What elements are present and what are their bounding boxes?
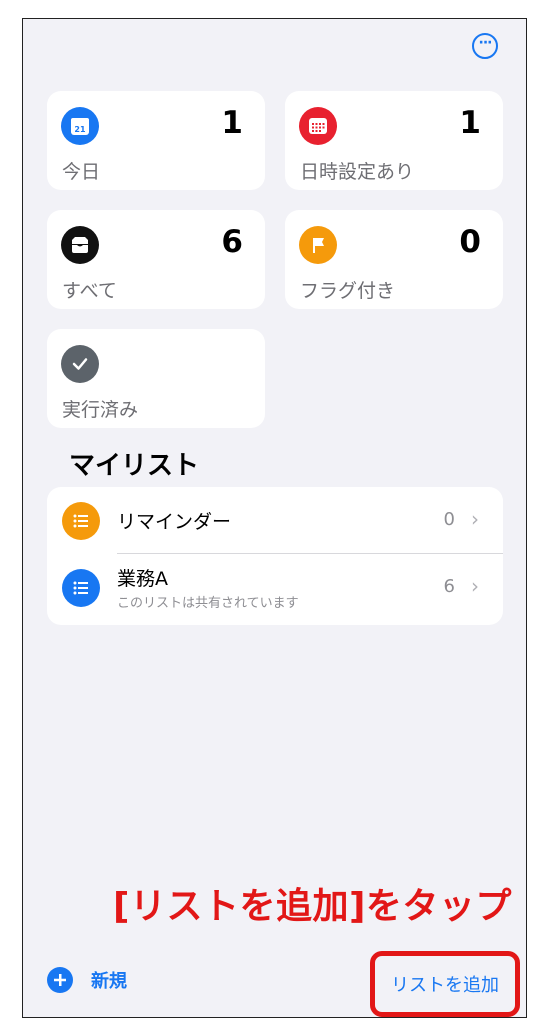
plus-circle-icon bbox=[47, 967, 73, 993]
smart-list-label: 実行済み bbox=[62, 399, 139, 421]
list-subtitle: このリストは共有されています bbox=[117, 596, 299, 611]
svg-text:21: 21 bbox=[74, 125, 86, 134]
smart-list-label: 日時設定あり bbox=[300, 161, 415, 183]
list-name: 業務A bbox=[117, 568, 168, 590]
more-options-button[interactable]: ··· bbox=[472, 33, 498, 59]
new-reminder-button[interactable]: 新規 bbox=[47, 965, 127, 995]
tray-icon bbox=[61, 226, 99, 264]
smart-list-all[interactable]: 6 すべて bbox=[47, 210, 265, 309]
smart-list-count: 1 bbox=[459, 105, 481, 141]
list-name: リマインダー bbox=[117, 511, 232, 533]
list-bullet-icon bbox=[62, 569, 100, 607]
smart-list-scheduled[interactable]: 1 日時設定あり bbox=[285, 91, 503, 190]
smart-list-count: 1 bbox=[221, 105, 243, 141]
smart-list-label: すべて bbox=[62, 280, 117, 302]
calendar-today-icon: 21 bbox=[61, 107, 99, 145]
smart-list-count: 6 bbox=[221, 224, 243, 260]
list-count: 0 bbox=[443, 509, 455, 530]
list-count: 6 bbox=[443, 576, 455, 597]
smart-list-label: フラグ付き bbox=[300, 280, 396, 302]
add-list-label: リストを追加 bbox=[391, 975, 499, 996]
smart-list-count: 0 bbox=[459, 224, 481, 260]
smart-list-flagged[interactable]: 0 フラグ付き bbox=[285, 210, 503, 309]
smart-list-today[interactable]: 21 1 今日 bbox=[47, 91, 265, 190]
my-lists-container: リマインダー 0 › 業務A このリストは共有されています 6 › bbox=[47, 487, 503, 625]
smart-list-label: 今日 bbox=[62, 161, 101, 183]
list-bullet-icon bbox=[62, 502, 100, 540]
new-label: 新規 bbox=[91, 971, 127, 992]
ellipsis-circle-icon: ··· bbox=[478, 35, 493, 51]
smart-list-completed[interactable]: 実行済み bbox=[47, 329, 265, 428]
checkmark-icon bbox=[61, 345, 99, 383]
list-item[interactable]: 業務A このリストは共有されています 6 › bbox=[47, 554, 503, 620]
my-lists-title: マイリスト bbox=[69, 451, 200, 481]
chevron-right-icon: › bbox=[471, 574, 479, 598]
reminders-screen: ··· 21 1 今日 1 日時設定あり 6 すべて 0 フラグ付き 実行済み … bbox=[22, 18, 527, 1018]
add-list-button[interactable]: リストを追加 bbox=[370, 951, 520, 1017]
flag-icon bbox=[299, 226, 337, 264]
instruction-annotation: [リストを追加]をタップ bbox=[113, 886, 512, 927]
chevron-right-icon: › bbox=[471, 507, 479, 531]
calendar-scheduled-icon bbox=[299, 107, 337, 145]
list-item[interactable]: リマインダー 0 › bbox=[47, 487, 503, 554]
